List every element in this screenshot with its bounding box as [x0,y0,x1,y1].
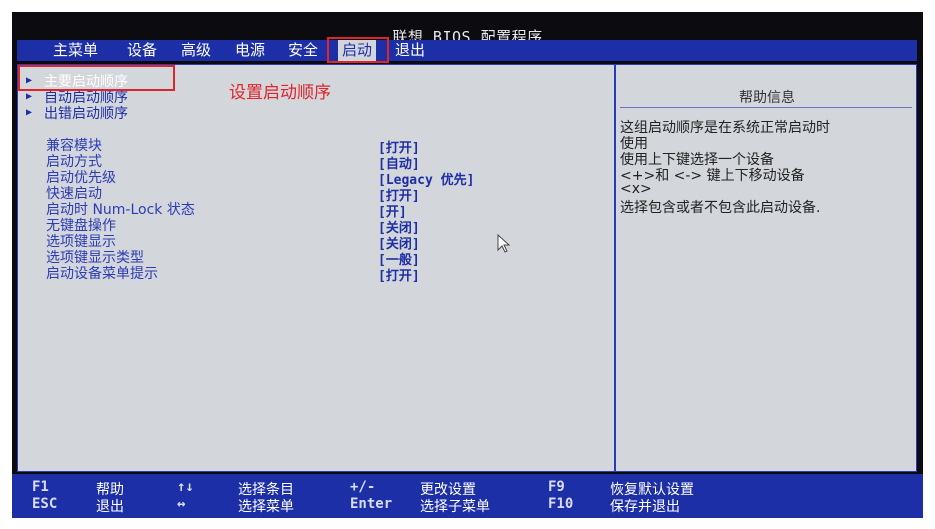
help-line: <x> [620,181,652,197]
setting-value-boot-menu-prompt[interactable]: [打开] [378,265,420,284]
settings-panel: ▶ 主要启动顺序 ▶ 自动启动顺序 ▶ 出错启动顺序 兼容模块 [打开] 启动方… [17,64,917,472]
key-esc: ESC [32,496,58,512]
submenu-arrow-icon: ▶ [26,107,33,118]
key-enter-desc: 选择子菜单 [420,499,490,515]
menu-tab-security[interactable]: 安全 [288,40,318,61]
key-leftright-desc: 选择菜单 [238,499,294,515]
help-title: 帮助信息 [739,90,795,106]
boot-sequence-error[interactable]: 出错启动顺序 [44,103,128,123]
key-f10-desc: 保存并退出 [610,499,680,515]
menu-tab-power[interactable]: 电源 [235,40,265,61]
help-divider [620,107,912,108]
help-line: 选择包含或者不包含此启动设备. [620,200,821,216]
key-leftright-icon: ↔ [177,496,186,512]
submenu-arrow-icon: ▶ [26,91,33,102]
menu-tab-main[interactable]: 主菜单 [53,40,98,61]
annotation-label: 设置启动顺序 [229,83,331,103]
menu-bar: 主菜单 设备 高级 电源 安全 启动 退出 [17,40,917,61]
menu-tab-exit[interactable]: 退出 [395,40,425,61]
highlight-box-startup-tab [327,37,389,63]
key-f9: F9 [548,479,565,495]
highlight-box-primary-boot [18,65,175,91]
panel-divider [614,65,616,471]
key-legend-bar: F1 帮助 ESC 退出 ↑↓ 选择条目 ↔ 选择菜单 +/- 更改设置 Ent… [12,474,923,518]
mouse-cursor-icon [497,234,511,253]
key-f10: F10 [548,496,574,512]
key-plus-minus: +/- [350,479,376,495]
key-enter: Enter [350,496,393,512]
key-f1: F1 [32,479,49,495]
key-updown-icon: ↑↓ [177,479,194,495]
menu-tab-advanced[interactable]: 高级 [181,40,211,61]
key-esc-desc: 退出 [96,499,124,515]
setting-label-boot-menu-prompt: 启动设备菜单提示 [46,266,158,282]
help-line: 这组启动顺序是在系统正常启动时 [620,120,830,136]
menu-tab-devices[interactable]: 设备 [127,40,157,61]
